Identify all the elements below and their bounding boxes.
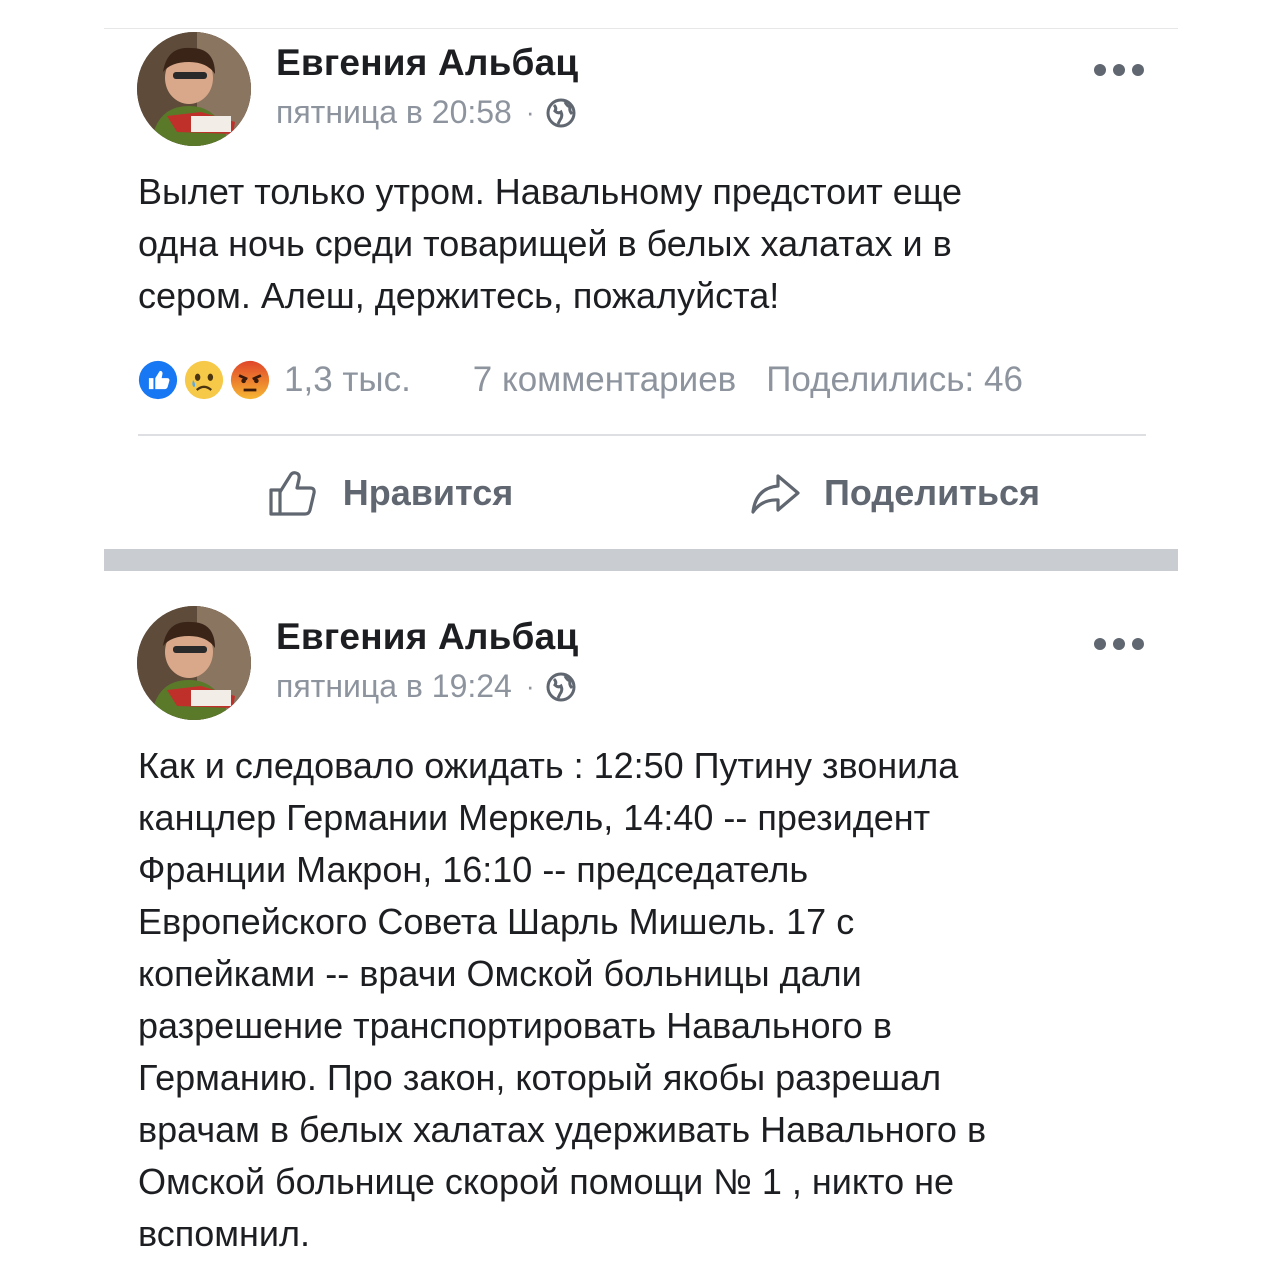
like-reaction-icon bbox=[136, 358, 180, 402]
divider bbox=[138, 434, 1146, 436]
author-name[interactable]: Евгения Альбац bbox=[276, 616, 578, 658]
sad-reaction-icon bbox=[182, 358, 226, 402]
like-label: Нравится bbox=[342, 472, 514, 513]
reaction-count[interactable]: 1,3 тыс. bbox=[284, 360, 411, 400]
like-button[interactable]: Нравится bbox=[138, 458, 642, 528]
post-time[interactable]: пятница в 20:58 bbox=[276, 94, 512, 131]
top-rule bbox=[104, 28, 1178, 29]
globe-icon bbox=[545, 97, 577, 129]
feed-separator bbox=[104, 549, 1178, 571]
more-options-icon[interactable] bbox=[1094, 634, 1144, 654]
post-text: Вылет только утром. Навальному предстоит… bbox=[138, 171, 963, 316]
post-meta: пятница в 20:58 · bbox=[276, 94, 577, 131]
share-button[interactable]: Поделиться bbox=[642, 458, 1146, 528]
action-bar: Нравится Поделиться bbox=[138, 458, 1146, 528]
comments-count[interactable]: 7 комментариев bbox=[473, 360, 736, 400]
meta-separator: · bbox=[525, 97, 535, 127]
avatar[interactable] bbox=[137, 32, 251, 146]
post-time[interactable]: пятница в 19:24 bbox=[276, 668, 512, 705]
reaction-icons[interactable] bbox=[136, 358, 280, 402]
share-label: Поделиться bbox=[823, 472, 1041, 513]
post-meta: пятница в 19:24 · bbox=[276, 668, 577, 705]
share-arrow-icon bbox=[751, 474, 800, 514]
avatar[interactable] bbox=[137, 606, 251, 720]
meta-separator: · bbox=[525, 671, 535, 701]
thumbs-up-icon bbox=[269, 471, 316, 516]
author-name[interactable]: Евгения Альбац bbox=[276, 42, 578, 84]
reactions-bar[interactable]: 1,3 тыс. 7 комментариев Поделились: 46 bbox=[136, 358, 1146, 402]
angry-reaction-icon bbox=[228, 358, 272, 402]
globe-icon bbox=[545, 671, 577, 703]
more-options-icon[interactable] bbox=[1094, 60, 1144, 80]
shares-count[interactable]: Поделились: 46 bbox=[766, 360, 1023, 400]
post-text: Как и следовало ожидать : 12:50 Путину з… bbox=[138, 745, 987, 1254]
